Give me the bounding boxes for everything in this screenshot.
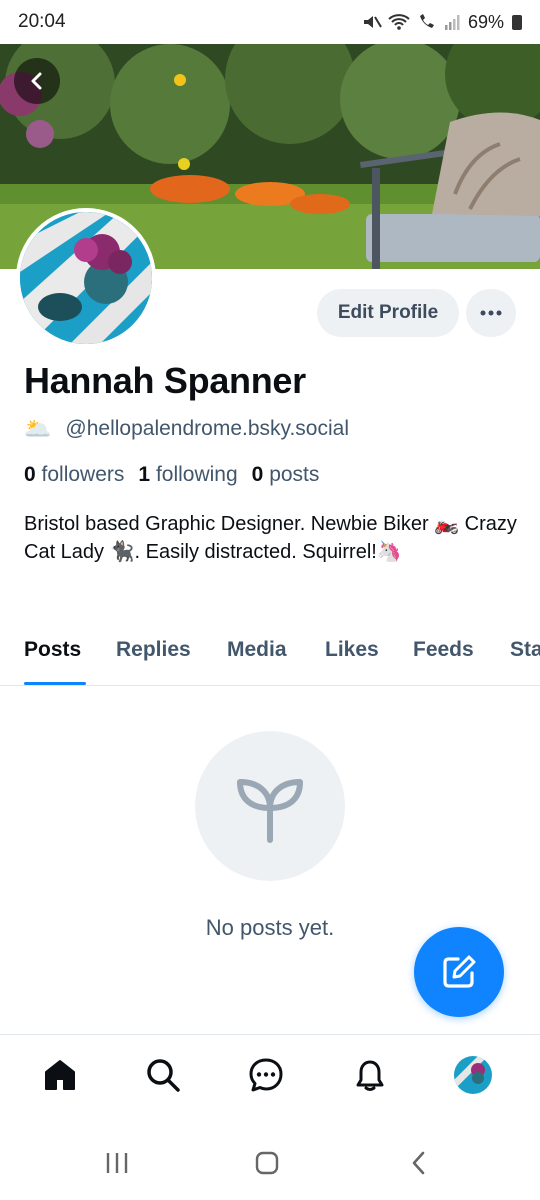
tab-likes[interactable]: Likes (325, 638, 379, 662)
followers-label: followers (41, 463, 125, 486)
profile-stats: 0 followers 1 following 0 posts (24, 463, 319, 487)
display-name: Hannah Spanner (24, 360, 306, 401)
handle-row: 🌥️ @hellopalendrome.bsky.social (24, 416, 349, 442)
more-horizontal-icon (480, 310, 502, 316)
tab-posts[interactable]: Posts (24, 638, 81, 662)
tab-feeds[interactable]: Feeds (413, 638, 474, 662)
nav-profile[interactable] (453, 1055, 493, 1095)
nav-search[interactable] (143, 1055, 183, 1095)
status-time: 20:04 (18, 11, 66, 32)
mute-icon (363, 16, 382, 28)
sprout-icon (237, 779, 303, 843)
empty-state-icon-container (195, 731, 345, 881)
battery-percent: 69% (467, 11, 504, 32)
following-label: following (155, 463, 238, 486)
active-tab-indicator (24, 682, 86, 685)
followers-stat[interactable]: 0 followers (24, 463, 124, 487)
posts-stat: 0 posts (252, 463, 320, 487)
compose-button[interactable] (414, 927, 504, 1017)
following-stat[interactable]: 1 following (138, 463, 237, 487)
nav-notifications[interactable] (350, 1055, 390, 1095)
status-icons: 69% (362, 12, 522, 33)
following-count: 1 (138, 463, 151, 486)
recent-apps-button[interactable] (97, 1146, 137, 1180)
profile-avatar (454, 1056, 492, 1094)
handle-emoji: 🌥️ (24, 416, 52, 441)
back-system-button[interactable] (399, 1146, 439, 1180)
chat-icon (249, 1058, 283, 1092)
edit-profile-button[interactable]: Edit Profile (317, 289, 459, 337)
back-button[interactable] (14, 58, 60, 104)
home-square-icon (255, 1151, 279, 1175)
posts-label: posts (269, 463, 320, 486)
more-options-button[interactable] (466, 289, 516, 337)
signal-icon (444, 15, 460, 30)
nav-home[interactable] (40, 1055, 80, 1095)
chevron-left-icon (31, 72, 42, 90)
followers-count: 0 (24, 463, 36, 486)
avatar[interactable] (16, 208, 156, 348)
profile-bio: Bristol based Graphic Designer. Newbie B… (24, 513, 517, 563)
home-system-button[interactable] (247, 1146, 287, 1180)
search-icon (147, 1059, 180, 1092)
battery-icon (512, 14, 522, 30)
posts-count: 0 (251, 463, 264, 486)
nav-chat[interactable] (246, 1055, 286, 1095)
profile-tabs: Posts Replies Media Likes Feeds Starter … (0, 634, 540, 686)
home-icon (45, 1060, 75, 1090)
tab-replies[interactable]: Replies (116, 638, 191, 662)
back-arrow-icon (412, 1151, 425, 1175)
status-bar: 20:04 69% (0, 0, 540, 44)
wifi-call-icon (419, 14, 434, 28)
bottom-nav (0, 1034, 540, 1126)
tab-media[interactable]: Media (227, 638, 287, 662)
tab-starter-packs[interactable]: Starter Packs (510, 638, 540, 662)
system-nav-bar (0, 1126, 540, 1200)
handle: @hellopalendrome.bsky.social (65, 417, 349, 440)
notifications-icon (356, 1060, 384, 1091)
wifi-icon (388, 14, 410, 30)
compose-icon (443, 955, 476, 988)
recent-apps-icon (106, 1153, 128, 1173)
